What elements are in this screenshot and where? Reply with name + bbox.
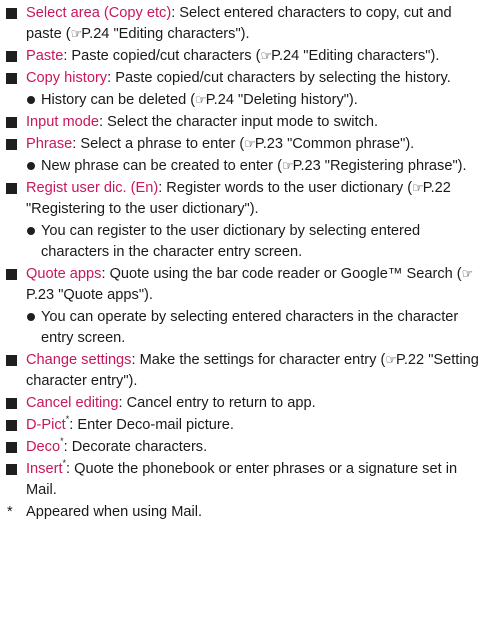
item-desc: : Paste copied/cut characters ( bbox=[63, 48, 261, 64]
square-bullet-icon bbox=[6, 398, 17, 409]
reference-icon: ☞ bbox=[195, 93, 207, 108]
asterisk-mark: * bbox=[60, 436, 64, 447]
reference-icon: ☞ bbox=[70, 27, 83, 42]
item-desc: : Quote the phonebook or enter phrases o… bbox=[26, 461, 458, 498]
square-bullet-icon bbox=[6, 117, 17, 128]
list-item: Input mode: Select the character input m… bbox=[6, 112, 482, 133]
reference-icon: ☞ bbox=[244, 137, 256, 152]
item-term: Cancel editing bbox=[26, 395, 119, 411]
item-term: Deco bbox=[26, 439, 61, 455]
item-reference: P.23 "Registering phrase"). bbox=[292, 158, 467, 174]
list-item: Paste: Paste copied/cut characters (☞P.2… bbox=[6, 46, 482, 67]
item-desc: : Decorate characters. bbox=[63, 439, 208, 455]
square-bullet-icon bbox=[6, 73, 17, 84]
item-desc: : Paste copied/cut characters by selecti… bbox=[107, 70, 451, 86]
list-item: Deco*: Decorate characters. bbox=[6, 437, 482, 458]
reference-icon: ☞ bbox=[412, 181, 424, 196]
square-bullet-icon bbox=[6, 442, 17, 453]
item-term: Select area (Copy etc) bbox=[26, 5, 172, 21]
item-desc: : Register words to the user dictionary … bbox=[158, 180, 413, 196]
round-bullet-icon bbox=[27, 313, 35, 321]
square-bullet-icon bbox=[6, 139, 17, 150]
item-desc: : Cancel entry to return to app. bbox=[118, 395, 316, 411]
list-item: D-Pict*: Enter Deco-mail picture. bbox=[6, 415, 482, 436]
item-term: D-Pict bbox=[26, 417, 66, 433]
item-term: Copy history bbox=[26, 70, 108, 86]
list-item: Copy history: Paste copied/cut character… bbox=[6, 68, 482, 89]
reference-icon: ☞ bbox=[385, 353, 397, 368]
sub-item-text: New phrase can be created to enter ( bbox=[41, 158, 282, 174]
item-term: Change settings bbox=[26, 352, 132, 368]
item-desc: : Make the settings for character entry … bbox=[131, 352, 386, 368]
round-bullet-icon bbox=[27, 162, 35, 170]
item-term: Input mode bbox=[26, 114, 100, 130]
item-reference: P.24 "Deleting history"). bbox=[205, 92, 358, 108]
sub-list-item: You can register to the user dictionary … bbox=[6, 221, 482, 263]
item-desc: : Select a phrase to enter ( bbox=[72, 136, 245, 152]
reference-icon: ☞ bbox=[281, 159, 294, 174]
item-reference: P.23 "Quote apps"). bbox=[26, 287, 153, 303]
item-term: Regist user dic. (En) bbox=[26, 180, 159, 196]
item-desc: : Enter Deco-mail picture. bbox=[69, 417, 234, 433]
round-bullet-icon bbox=[27, 227, 35, 235]
sub-list-item: You can operate by selecting entered cha… bbox=[6, 307, 482, 349]
item-term: Paste bbox=[26, 48, 64, 64]
square-bullet-icon bbox=[6, 420, 17, 431]
item-term: Phrase bbox=[26, 136, 73, 152]
list-item: Cancel editing: Cancel entry to return t… bbox=[6, 393, 482, 414]
list-item: Phrase: Select a phrase to enter (☞P.23 … bbox=[6, 134, 482, 155]
square-bullet-icon bbox=[6, 183, 17, 194]
item-reference: P.24 "Editing characters"). bbox=[271, 48, 440, 64]
list-item: Insert*: Quote the phonebook or enter ph… bbox=[6, 459, 482, 501]
footnote-asterisk: * bbox=[7, 504, 13, 520]
sub-list-item: History can be deleted (☞P.24 "Deleting … bbox=[6, 90, 482, 111]
footnote-text: Appeared when using Mail. bbox=[26, 504, 203, 520]
sub-list-item: New phrase can be created to enter (☞P.2… bbox=[6, 156, 482, 177]
item-reference: P.23 "Common phrase"). bbox=[254, 136, 415, 152]
asterisk-mark: * bbox=[65, 414, 70, 425]
sub-item-text: You can operate by selecting entered cha… bbox=[41, 309, 459, 346]
square-bullet-icon bbox=[6, 269, 17, 280]
footnote: * Appeared when using Mail. bbox=[6, 502, 482, 523]
list-item: Quote apps: Quote using the bar code rea… bbox=[6, 264, 482, 306]
list-item: Change settings: Make the settings for c… bbox=[6, 350, 482, 392]
list-item: Regist user dic. (En): Register words to… bbox=[6, 178, 482, 220]
round-bullet-icon bbox=[27, 96, 35, 104]
sub-item-text: You can register to the user dictionary … bbox=[41, 223, 421, 260]
document: Select area (Copy etc): Select entered c… bbox=[0, 0, 490, 523]
reference-icon: ☞ bbox=[260, 49, 272, 64]
square-bullet-icon bbox=[6, 8, 17, 19]
item-reference: P.24 "Editing characters"). bbox=[81, 26, 250, 42]
item-term: Quote apps bbox=[26, 266, 102, 282]
square-bullet-icon bbox=[6, 464, 17, 475]
sub-item-text: History can be deleted ( bbox=[41, 92, 196, 108]
square-bullet-icon bbox=[6, 51, 17, 62]
item-desc: : Quote using the bar code reader or Goo… bbox=[101, 266, 462, 282]
item-term: Insert bbox=[26, 461, 63, 477]
asterisk-mark: * bbox=[62, 458, 67, 469]
reference-icon: ☞ bbox=[461, 267, 474, 282]
item-desc: : Select the character input mode to swi… bbox=[99, 114, 379, 130]
list-item: Select area (Copy etc): Select entered c… bbox=[6, 3, 482, 45]
square-bullet-icon bbox=[6, 355, 17, 366]
